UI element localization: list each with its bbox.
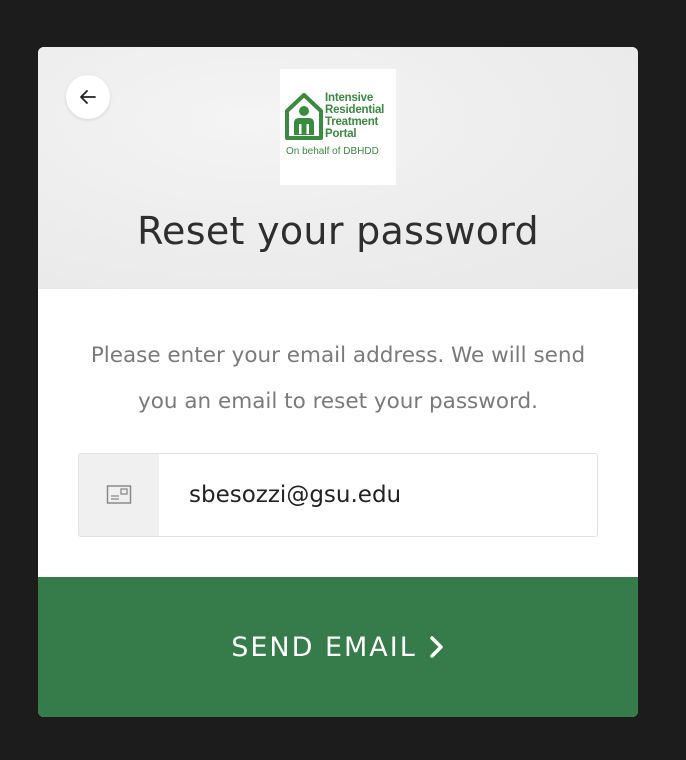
email-input[interactable] xyxy=(159,454,597,536)
instructions-text: Please enter your email address. We will… xyxy=(90,343,586,414)
email-icon-box xyxy=(79,454,159,536)
arrow-left-icon xyxy=(80,90,96,104)
logo-text-line-2: Residential xyxy=(325,104,385,116)
back-button[interactable] xyxy=(66,75,110,119)
logo-subtitle: On behalf of DBHDD xyxy=(286,146,379,157)
send-email-label: SEND EMAIL xyxy=(231,631,417,663)
logo-text-line-1: Intensive xyxy=(325,92,374,104)
card-header: Intensive Residential Treatment Portal O… xyxy=(38,47,638,289)
logo-text-line-4: Portal xyxy=(325,128,357,140)
reset-password-card: Intensive Residential Treatment Portal O… xyxy=(38,47,638,717)
portal-logo: Intensive Residential Treatment Portal O… xyxy=(280,69,396,185)
chevron-right-icon xyxy=(429,635,445,659)
page-title: Reset your password xyxy=(137,209,539,253)
email-field-group xyxy=(78,453,598,537)
house-person-icon xyxy=(285,93,323,140)
send-email-button[interactable]: SEND EMAIL xyxy=(38,577,638,717)
logo-text-line-3: Treatment xyxy=(325,116,379,128)
envelope-icon xyxy=(106,485,132,504)
